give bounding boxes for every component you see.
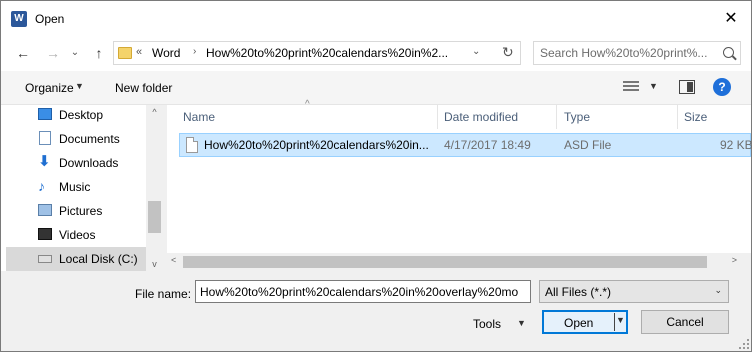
local-disk-icon [38, 255, 52, 263]
file-list: ^ Name Date modified Type Size How%20to%… [167, 99, 752, 271]
pictures-icon [38, 204, 52, 216]
file-name: How%20to%20print%20calendars%20in... [204, 138, 429, 152]
breadcrumb-arrow[interactable]: › [193, 46, 196, 57]
recent-locations-button[interactable]: ⌄ [65, 43, 85, 63]
file-row[interactable]: How%20to%20print%20calendars%20in... 4/1… [179, 133, 752, 157]
change-view-icon[interactable] [623, 80, 641, 94]
file-type-filter-select[interactable]: All Files (*.*) ⌄ [539, 280, 729, 303]
preview-pane-icon[interactable] [679, 80, 695, 94]
scroll-up-icon[interactable]: ^ [146, 107, 163, 117]
organize-button[interactable]: Organize [25, 81, 74, 95]
sidebar-item-label: Downloads [59, 156, 119, 170]
file-name-value: How%20to%20print%20calendars%20in%20over… [200, 285, 519, 299]
up-button[interactable]: ↑ [89, 43, 109, 63]
close-button[interactable]: ✕ [711, 1, 751, 37]
resize-grip-icon[interactable] [739, 339, 749, 349]
window-title: Open [35, 12, 65, 26]
downloads-icon: ⬇ [38, 153, 51, 170]
scroll-down-icon[interactable]: v [146, 259, 163, 269]
file-name-input[interactable]: How%20to%20print%20calendars%20in%20over… [195, 280, 531, 303]
tools-button[interactable]: Tools [473, 317, 501, 331]
column-header-type[interactable]: Type [564, 105, 590, 129]
file-type: ASD File [564, 138, 612, 152]
videos-icon [38, 228, 52, 240]
scroll-thumb[interactable] [148, 201, 161, 233]
sidebar-item-label: Desktop [59, 108, 104, 122]
scroll-thumb[interactable] [183, 256, 707, 268]
documents-icon [39, 131, 51, 145]
command-toolbar: Organize ▼ New folder ▼ ? [1, 71, 751, 105]
file-name-label: File name: [135, 287, 192, 301]
file-date-modified: 4/17/2017 18:49 [444, 138, 531, 152]
breadcrumb-current-folder[interactable]: How%20to%20print%20calendars%20in%2... [206, 46, 448, 60]
sidebar-item-music[interactable]: ♪ Music [6, 175, 146, 199]
column-header-name[interactable]: Name [183, 105, 215, 129]
file-size: 92 KB [720, 138, 752, 152]
forward-button[interactable]: → [43, 43, 63, 63]
back-button[interactable]: ← [13, 43, 33, 63]
address-dropdown-icon[interactable]: ⌄ [472, 46, 480, 57]
sidebar-item-label: Videos [59, 228, 96, 242]
sidebar-item-label: Pictures [59, 204, 103, 218]
column-divider[interactable] [677, 105, 678, 129]
sidebar-item-label: Local Disk (C:) [59, 252, 138, 266]
help-icon[interactable]: ? [713, 78, 731, 96]
column-header-size[interactable]: Size [684, 105, 707, 129]
sidebar-item-videos[interactable]: Videos [6, 223, 146, 247]
navigation-pane: Desktop Documents ⬇ Downloads ♪ Music Pi… [1, 105, 163, 271]
cancel-button[interactable]: Cancel [641, 310, 729, 334]
word-app-icon: W [11, 11, 27, 27]
file-list-horizontal-scrollbar[interactable]: < > [167, 253, 751, 271]
sidebar-item-pictures[interactable]: Pictures [6, 199, 146, 223]
sidebar-item-label: Music [59, 180, 91, 194]
desktop-icon [38, 108, 52, 120]
open-button-label: Open [564, 316, 594, 330]
sidebar-item-local-disk[interactable]: Local Disk (C:) [6, 247, 146, 271]
search-icon [723, 47, 734, 58]
sidebar-item-downloads[interactable]: ⬇ Downloads [6, 151, 146, 175]
open-button[interactable]: Open ▼ [542, 310, 628, 334]
view-dropdown-icon[interactable]: ▼ [649, 81, 658, 91]
column-divider[interactable] [556, 105, 557, 129]
column-divider[interactable] [437, 105, 438, 129]
new-folder-button[interactable]: New folder [115, 81, 172, 95]
scroll-left-icon[interactable]: < [171, 255, 176, 265]
sidebar-scrollbar[interactable]: ^ v [146, 105, 163, 271]
dialog-footer: File name: How%20to%20print%20calendars%… [1, 271, 751, 351]
file-type-filter-value: All Files (*.*) [545, 285, 612, 299]
organize-dropdown-icon[interactable]: ▼ [75, 81, 84, 91]
search-placeholder: Search How%20to%20print%... [540, 46, 708, 60]
scroll-right-icon[interactable]: > [732, 255, 737, 265]
column-header-date-modified[interactable]: Date modified [444, 105, 518, 129]
folder-icon [118, 47, 132, 59]
sidebar-item-desktop[interactable]: Desktop [6, 103, 146, 127]
refresh-icon[interactable]: ↻ [502, 44, 514, 61]
tools-dropdown-icon[interactable]: ▼ [517, 318, 526, 328]
sort-ascending-icon: ^ [305, 99, 310, 110]
search-input[interactable]: Search How%20to%20print%... [533, 41, 741, 65]
file-icon [186, 137, 198, 153]
split-divider [614, 313, 615, 331]
title-bar: W Open ✕ [1, 1, 751, 37]
chevron-down-icon: ⌄ [714, 285, 722, 295]
open-dropdown-icon[interactable]: ▼ [616, 315, 625, 325]
address-bar[interactable]: « Word › How%20to%20print%20calendars%20… [113, 41, 521, 65]
music-icon: ♪ [38, 178, 45, 194]
sidebar-item-label: Documents [59, 132, 120, 146]
navigation-bar: ← → ⌄ ↑ « Word › How%20to%20print%20cale… [1, 37, 751, 71]
breadcrumb-overflow[interactable]: « [136, 46, 142, 58]
sidebar-item-documents[interactable]: Documents [6, 127, 146, 151]
open-dialog: W Open ✕ ← → ⌄ ↑ « Word › How%20to%20pri… [0, 0, 752, 352]
breadcrumb-word[interactable]: Word [152, 46, 180, 60]
